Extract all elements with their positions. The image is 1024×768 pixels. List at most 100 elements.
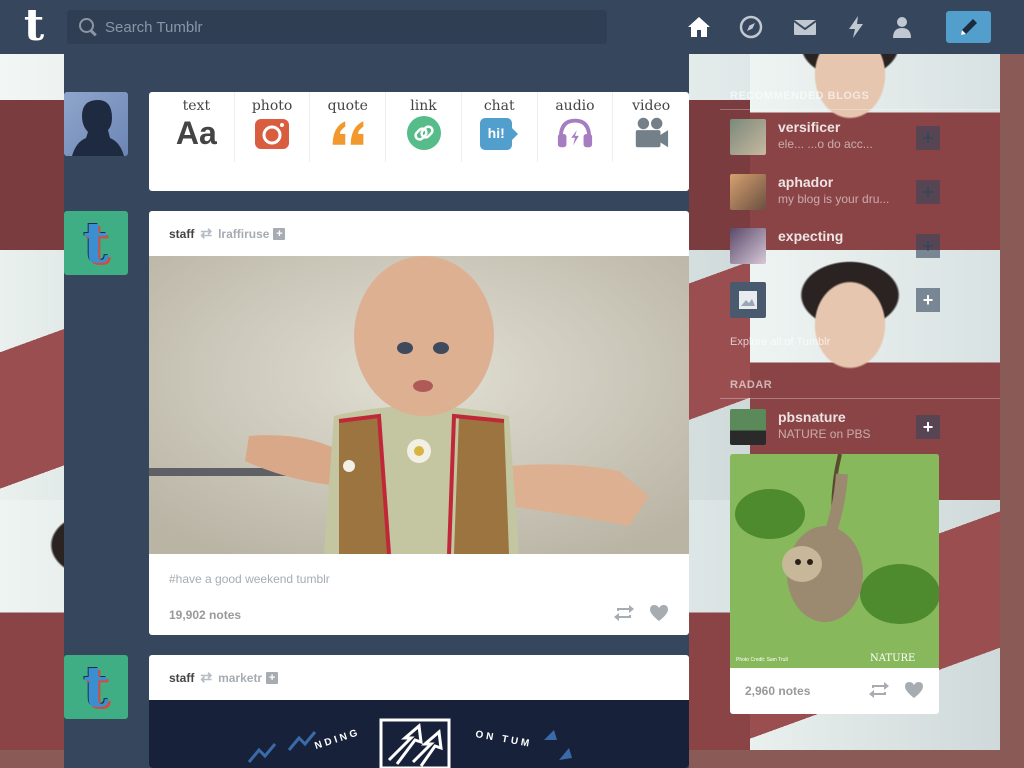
camera-icon xyxy=(253,116,291,150)
post-type-label: video xyxy=(632,98,671,114)
reblogged-from[interactable]: lraffiruse xyxy=(218,227,269,241)
post-card: staff ⇄ lraffiruse + #have a good weeken… xyxy=(149,211,689,635)
post-header: staff ⇄ marketr + xyxy=(149,655,689,700)
blog-avatar[interactable] xyxy=(730,174,766,210)
recommended-blogs-title: Recommended Blogs xyxy=(730,90,870,102)
link-icon xyxy=(405,116,443,150)
post-type-photo[interactable]: photo xyxy=(235,92,311,162)
post-type-text[interactable]: text Aa xyxy=(159,92,235,162)
blog-description: ele... ...o do acc... xyxy=(778,137,873,151)
search-input[interactable] xyxy=(105,18,585,36)
blog-avatar[interactable] xyxy=(730,119,766,155)
search-box[interactable] xyxy=(67,10,607,44)
post-author[interactable]: staff xyxy=(169,227,194,241)
post-type-chat[interactable]: chat hi! xyxy=(462,92,538,162)
blog-description: NATURE on PBS xyxy=(778,427,871,441)
recommended-blog-item[interactable]: aphador my blog is your dru... xyxy=(730,174,926,222)
reblog-small-icon: ⇄ xyxy=(200,225,213,241)
blog-name[interactable]: aphador xyxy=(778,174,889,190)
explore-button[interactable] xyxy=(738,14,764,40)
top-navigation-bar: t xyxy=(0,0,1024,54)
post-photo[interactable] xyxy=(149,256,689,554)
blog-name[interactable]: pbsnature xyxy=(778,409,870,425)
tumblr-logo[interactable]: t xyxy=(14,4,54,48)
post-type-label: audio xyxy=(555,98,595,114)
video-camera-icon xyxy=(632,116,670,150)
blog-description: my blog is your dru... xyxy=(778,192,890,206)
messages-icon xyxy=(793,20,817,35)
reblog-icon xyxy=(869,681,889,698)
post-type-label: chat xyxy=(483,98,515,114)
blog-name[interactable]: expecting xyxy=(778,228,843,244)
messages-button[interactable] xyxy=(792,14,818,40)
post-type-audio[interactable]: audio xyxy=(538,92,614,162)
explore-all-link[interactable]: Explore all of Tumblr xyxy=(730,336,830,348)
explore-icon xyxy=(739,15,763,39)
follow-plus-icon[interactable]: + xyxy=(273,227,286,240)
heart-icon xyxy=(650,605,668,621)
radar-post-footer: 2,960 notes xyxy=(730,668,939,714)
reblog-small-icon: ⇄ xyxy=(200,669,213,685)
post-card: staff ⇄ marketr + NDING ON TUM xyxy=(149,655,689,768)
recommended-blog-item[interactable]: versificer ele... ...o do acc... xyxy=(730,119,926,167)
post-author[interactable]: staff xyxy=(169,671,194,685)
sidebar-divider xyxy=(720,398,1000,399)
right-sidebar: Recommended Blogs versificer ele... ...o… xyxy=(720,54,1000,768)
post-footer: 19,902 notes xyxy=(149,586,689,625)
blog-avatar[interactable] xyxy=(730,282,766,318)
radar-title: Radar xyxy=(730,379,773,391)
post-type-video[interactable]: video xyxy=(613,92,689,162)
default-avatar-silhouette-icon xyxy=(72,100,124,156)
post-type-label: link xyxy=(410,98,437,114)
reblog-button[interactable] xyxy=(613,604,635,625)
user-avatar[interactable] xyxy=(64,92,128,156)
compose-button[interactable] xyxy=(946,11,991,43)
post-type-selector: text Aa photo quote link chat hi! audio … xyxy=(149,92,689,191)
activity-icon xyxy=(849,16,863,38)
account-button[interactable] xyxy=(889,14,915,40)
like-button[interactable] xyxy=(904,681,924,702)
sidebar-divider xyxy=(720,109,1000,110)
post-type-link[interactable]: link xyxy=(386,92,462,162)
follow-blog-button[interactable]: + xyxy=(916,288,940,312)
post-banner-image[interactable]: NDING ON TUM xyxy=(149,700,689,768)
home-icon xyxy=(688,17,710,37)
post-tags[interactable]: #have a good weekend tumblr xyxy=(149,554,689,586)
radar-blog-item[interactable]: pbsnature NATURE on PBS xyxy=(730,409,926,457)
reblog-button[interactable] xyxy=(868,681,890,702)
post-notes-count[interactable]: 2,960 notes xyxy=(745,684,810,698)
blog-avatar[interactable] xyxy=(730,228,766,264)
nature-watermark: NATURE xyxy=(870,653,916,664)
follow-plus-icon[interactable]: + xyxy=(266,671,279,684)
account-icon xyxy=(893,17,911,38)
blog-name[interactable]: versificer xyxy=(778,119,873,135)
compose-icon xyxy=(960,19,977,35)
post-type-quote[interactable]: quote xyxy=(310,92,387,162)
doll-photo xyxy=(149,256,689,554)
blog-avatar[interactable] xyxy=(730,409,766,445)
follow-blog-button[interactable]: + xyxy=(916,415,940,439)
staff-avatar[interactable]: t xyxy=(64,655,128,719)
recommended-blog-item[interactable] xyxy=(730,282,926,330)
follow-blog-button[interactable]: + xyxy=(916,180,940,204)
text-icon: Aa xyxy=(175,115,217,151)
reblogged-from[interactable]: marketr xyxy=(218,671,262,685)
post-type-label: photo xyxy=(251,98,293,114)
activity-button[interactable] xyxy=(843,14,869,40)
follow-blog-button[interactable]: + xyxy=(916,234,940,258)
staff-avatar[interactable]: t xyxy=(64,211,128,275)
tumblr-t-icon: t xyxy=(83,655,109,719)
post-notes-count[interactable]: 19,902 notes xyxy=(169,608,241,622)
follow-blog-button[interactable]: + xyxy=(916,126,940,150)
radar-post-card: Photo Credit: Sam Trull NATURE 2,960 not… xyxy=(730,454,939,714)
radar-photo[interactable]: Photo Credit: Sam Trull NATURE xyxy=(730,454,939,668)
headphones-icon xyxy=(556,116,594,150)
home-button[interactable] xyxy=(686,14,712,40)
heart-icon xyxy=(905,681,923,698)
post-controls xyxy=(613,604,669,625)
quote-icon xyxy=(329,116,367,150)
recommended-blog-item[interactable]: expecting xyxy=(730,228,926,276)
image-placeholder-icon xyxy=(739,291,757,309)
post-type-label: text xyxy=(182,98,211,114)
like-button[interactable] xyxy=(649,604,669,625)
